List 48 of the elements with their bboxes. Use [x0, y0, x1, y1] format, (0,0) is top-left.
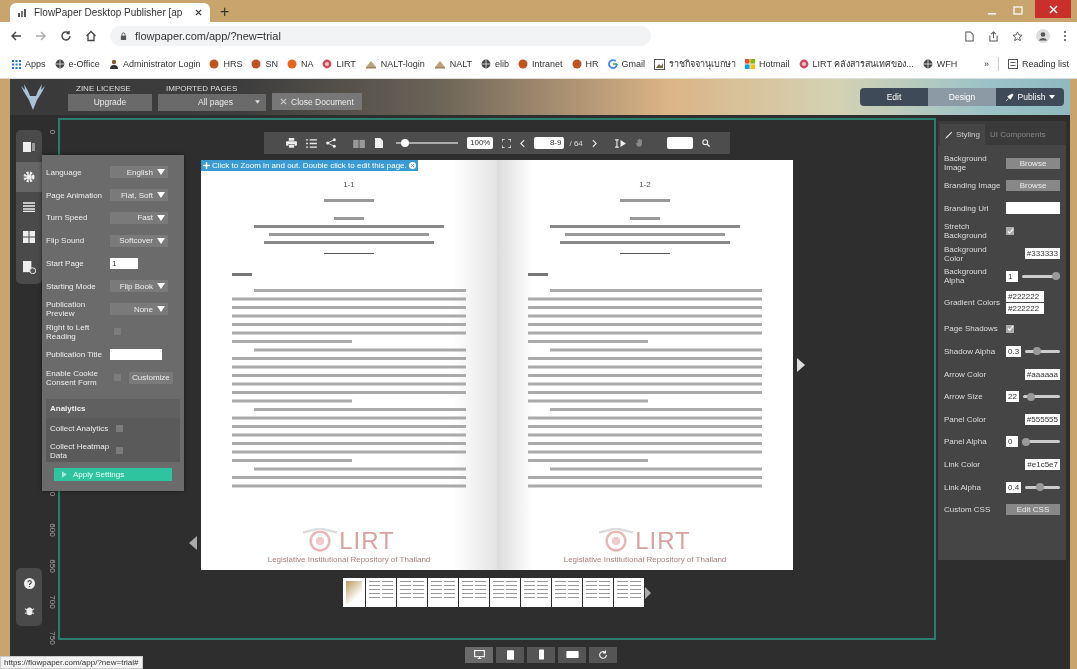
setting-label: Link Color — [944, 459, 981, 469]
url-text: flowpaper.com/app/?new=trial — [135, 30, 281, 42]
setting-label: Stretch Background — [944, 222, 988, 241]
ruler-label: 0 — [47, 491, 58, 497]
page-number: 1-2 — [639, 180, 651, 189]
ruler-label: 600 — [47, 523, 58, 537]
setting-label: Language — [46, 167, 83, 177]
logo-text: LIRT — [339, 527, 395, 555]
setting-label: Background Image — [944, 154, 988, 173]
setting-label: Shadow Alpha — [944, 346, 997, 356]
setting-label: Page Animation — [46, 190, 104, 200]
setting-label: Link Alpha — [944, 482, 982, 492]
setting-label: Panel Color — [944, 414, 987, 424]
setting-label: Enable Cookie Consent Form — [46, 368, 100, 387]
setting-label: Page Shadows — [944, 324, 999, 334]
setting-label: Background Alpha — [944, 267, 988, 286]
edit-hint-tooltip: Click to Zoom in and out. Double click to edit this page. — [201, 160, 418, 171]
imported-pages-caption: IMPORTED PAGES — [165, 83, 239, 93]
license-caption: ZINE LICENSE — [75, 83, 132, 93]
ruler-label: 750 — [47, 631, 58, 645]
logo-caption: Legislative Institutional Repository of Thailand — [267, 555, 431, 564]
page-number: 1-1 — [343, 180, 355, 189]
setting-label: Custom CSS — [944, 505, 992, 515]
logo-caption: Legislative Institutional Repository of Thailand — [563, 555, 727, 564]
setting-label: Background Color — [944, 244, 988, 263]
setting-label: Right to Left Reading — [46, 322, 91, 341]
setting-label: Collect Analytics — [50, 424, 110, 434]
setting-label: Turn Speed — [46, 213, 89, 223]
ruler-label: 650 — [47, 559, 58, 573]
status-url: https://flowpaper.com/app/?new=trial# — [0, 656, 143, 669]
setting-label: Publication Title — [46, 350, 104, 360]
setting-label: Branding Url — [944, 204, 990, 213]
logo-text: LIRT — [635, 527, 691, 555]
setting-label: Panel Alpha — [944, 437, 988, 447]
setting-label: Flip Sound — [46, 236, 86, 246]
ruler-label: 700 — [47, 595, 58, 609]
section-title: Analytics — [46, 398, 180, 418]
setting-label: Gradient Colors — [944, 298, 1002, 308]
setting-label: Arrow Size — [944, 392, 984, 402]
setting-label: Start Page — [46, 259, 85, 269]
setting-label: Starting Mode — [46, 281, 97, 291]
ruler-label: 0 — [47, 129, 58, 135]
setting-label: Collect Heatmap Data — [50, 441, 111, 460]
page-total: / 64 — [569, 138, 583, 148]
tab-title: FlowPaper Desktop Publisher [ap — [34, 7, 184, 18]
setting-label: Publication Preview — [46, 300, 87, 319]
setting-label: Branding Image — [944, 181, 1002, 191]
setting-label: Arrow Color — [944, 369, 988, 379]
